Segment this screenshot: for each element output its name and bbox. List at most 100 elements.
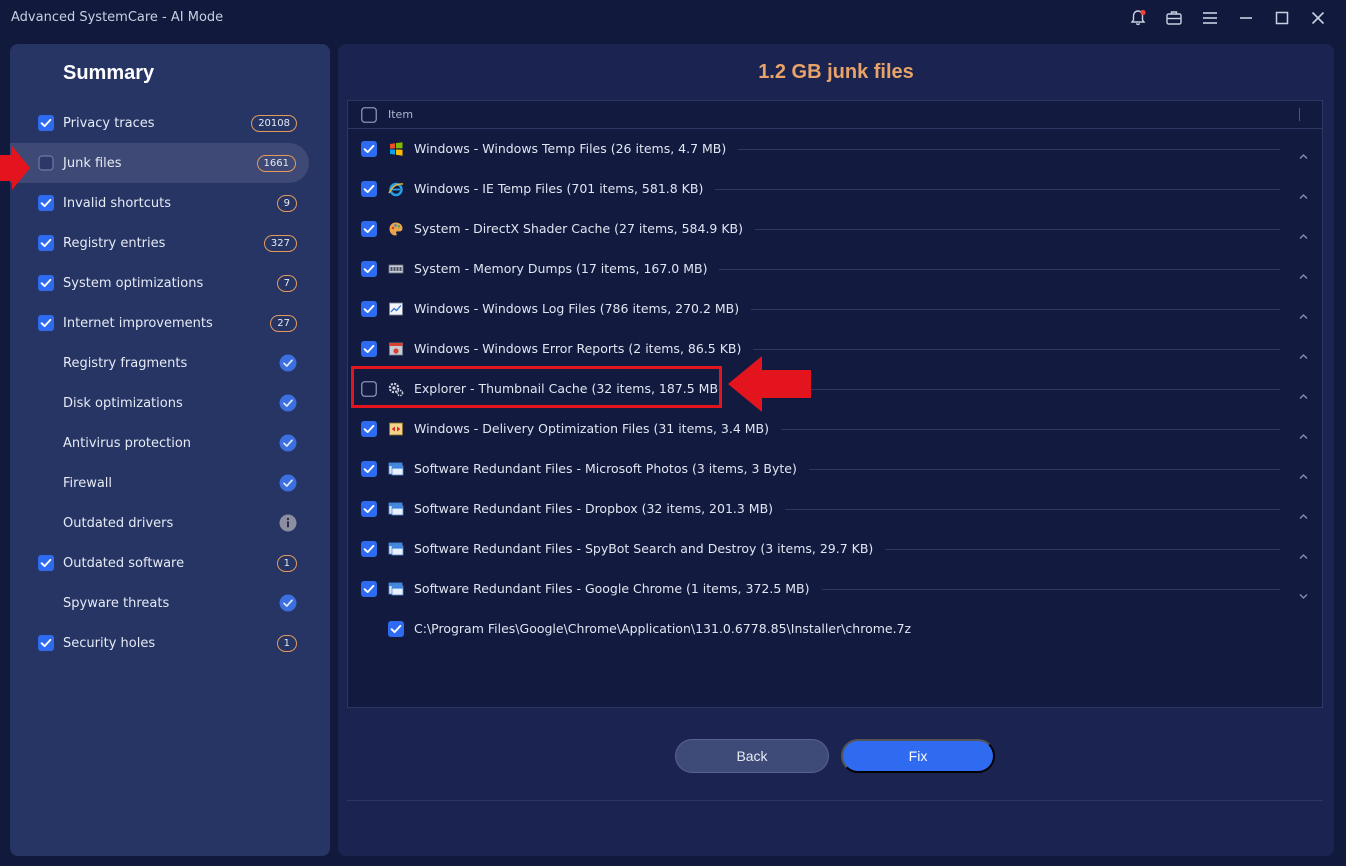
row-label: System - Memory Dumps (17 items, 167.0 M…: [414, 261, 708, 276]
row-label: Software Redundant Files - Microsoft Pho…: [414, 461, 797, 476]
row-label: Windows - Delivery Optimization Files (3…: [414, 421, 769, 436]
junk-files-panel: 1.2 GB junk files Item Windows - Windows…: [338, 44, 1334, 856]
fix-button[interactable]: Fix: [841, 739, 995, 773]
sub-row[interactable]: C:\Program Files\Google\Chrome\Applicati…: [348, 609, 1322, 649]
chevron-down-icon[interactable]: [1299, 585, 1308, 599]
row-label: Software Redundant Files - Google Chrome…: [414, 581, 810, 596]
chevron-up-icon[interactable]: [1299, 505, 1308, 519]
table-row[interactable]: Windows - Windows Log Files (786 items, …: [348, 289, 1322, 329]
count-badge: 327: [263, 234, 297, 252]
sidebar-item-outdated-drivers[interactable]: Outdated drivers: [10, 503, 330, 543]
table-row[interactable]: Windows - Windows Error Reports (2 items…: [348, 329, 1322, 369]
table-row[interactable]: Windows - IE Temp Files (701 items, 581.…: [348, 169, 1322, 209]
window-controls: [1120, 3, 1336, 33]
row-checkbox[interactable]: [361, 141, 377, 157]
sidebar-item-antivirus-protection[interactable]: Antivirus protection: [10, 423, 330, 463]
sidebar-item-spyware-threats[interactable]: Spyware threats: [10, 583, 330, 623]
row-divider: [809, 469, 1280, 470]
row-divider: [785, 509, 1280, 510]
chevron-up-icon[interactable]: [1299, 385, 1308, 399]
chevron-up-icon[interactable]: [1299, 225, 1308, 239]
sidebar-item-label: Disk optimizations: [63, 395, 183, 411]
chevron-up-icon[interactable]: [1299, 265, 1308, 279]
back-button[interactable]: Back: [675, 739, 829, 773]
row-label: Software Redundant Files - SpyBot Search…: [414, 541, 874, 556]
row-checkbox[interactable]: [361, 421, 377, 437]
row-checkbox[interactable]: [361, 541, 377, 557]
item-checkbox[interactable]: [38, 115, 54, 131]
row-divider: [719, 269, 1280, 270]
sidebar-item-label: Internet improvements: [63, 315, 213, 331]
table-row[interactable]: Software Redundant Files - Microsoft Pho…: [348, 449, 1322, 489]
sidebar-item-system-optimizations[interactable]: System optimizations 7: [10, 263, 330, 303]
minimize-icon[interactable]: [1228, 3, 1264, 33]
sidebar-item-firewall[interactable]: Firewall: [10, 463, 330, 503]
sidebar-item-disk-optimizations[interactable]: Disk optimizations: [10, 383, 330, 423]
row-checkbox[interactable]: [388, 621, 404, 637]
chevron-up-icon[interactable]: [1299, 465, 1308, 479]
chevron-up-icon[interactable]: [1299, 305, 1308, 319]
item-checkbox[interactable]: [38, 315, 54, 331]
sidebar-item-invalid-shortcuts[interactable]: Invalid shortcuts 9: [10, 183, 330, 223]
item-checkbox[interactable]: [38, 155, 54, 171]
sidebar-item-privacy-traces[interactable]: Privacy traces 20108: [10, 103, 330, 143]
row-checkbox[interactable]: [361, 341, 377, 357]
select-all-checkbox[interactable]: [361, 107, 377, 123]
sidebar-item-label: Security holes: [63, 635, 156, 651]
sidebar-item-label: Antivirus protection: [63, 435, 192, 451]
sidebar-item-label: Registry fragments: [63, 355, 188, 371]
title-bar: Advanced SystemCare - AI Mode: [0, 0, 1346, 40]
table-row[interactable]: Windows - Delivery Optimization Files (3…: [348, 409, 1322, 449]
toolbox-icon[interactable]: [1156, 3, 1192, 33]
row-checkbox[interactable]: [361, 221, 377, 237]
table-row[interactable]: Software Redundant Files - Dropbox (32 i…: [348, 489, 1322, 529]
row-checkbox[interactable]: [361, 461, 377, 477]
chevron-up-icon[interactable]: [1299, 185, 1308, 199]
chevron-up-icon[interactable]: [1299, 145, 1308, 159]
column-divider[interactable]: [1299, 108, 1300, 121]
item-checkbox[interactable]: [38, 555, 54, 571]
summary-sidebar: Summary Privacy traces 20108 Junk files 166…: [10, 44, 330, 856]
close-icon[interactable]: [1300, 3, 1336, 33]
check-circle-icon: [279, 434, 297, 452]
chevron-up-icon[interactable]: [1299, 345, 1308, 359]
table-row[interactable]: Windows - Windows Temp Files (26 items, …: [348, 129, 1322, 169]
notification-bell-icon[interactable]: [1120, 3, 1156, 33]
error-report-icon: [388, 341, 404, 357]
sidebar-item-registry-fragments[interactable]: Registry fragments: [10, 343, 330, 383]
count-badge: 1: [276, 634, 297, 652]
row-divider: [715, 189, 1280, 190]
item-checkbox[interactable]: [38, 275, 54, 291]
sidebar-item-registry-entries[interactable]: Registry entries 327: [10, 223, 330, 263]
item-checkbox[interactable]: [38, 635, 54, 651]
sidebar-item-label: Junk files: [63, 155, 122, 171]
table-row[interactable]: Software Redundant Files - Google Chrome…: [348, 569, 1322, 609]
summary-list: Privacy traces 20108 Junk files 1661 Invalid…: [10, 103, 330, 663]
app-window-icon: [388, 541, 404, 557]
count-badge: 27: [270, 314, 297, 332]
table-row[interactable]: System - Memory Dumps (17 items, 167.0 M…: [348, 249, 1322, 289]
sidebar-item-outdated-software[interactable]: Outdated software 1: [10, 543, 330, 583]
item-checkbox[interactable]: [38, 235, 54, 251]
sidebar-item-junk-files[interactable]: Junk files 1661: [10, 143, 309, 183]
row-divider: [753, 349, 1280, 350]
column-header-item[interactable]: Item: [388, 108, 413, 121]
sidebar-item-security-holes[interactable]: Security holes 1: [10, 623, 330, 663]
table-row[interactable]: System - DirectX Shader Cache (27 items,…: [348, 209, 1322, 249]
row-divider: [735, 389, 1280, 390]
delivery-icon: [388, 421, 404, 437]
row-checkbox[interactable]: [361, 261, 377, 277]
count-badge: 9: [276, 194, 297, 212]
row-checkbox[interactable]: [361, 581, 377, 597]
maximize-icon[interactable]: [1264, 3, 1300, 33]
item-checkbox[interactable]: [38, 195, 54, 211]
row-checkbox[interactable]: [361, 181, 377, 197]
row-checkbox[interactable]: [361, 301, 377, 317]
chevron-up-icon[interactable]: [1299, 545, 1308, 559]
chevron-up-icon[interactable]: [1299, 425, 1308, 439]
windows-flag-icon: [388, 141, 404, 157]
menu-icon[interactable]: [1192, 3, 1228, 33]
row-checkbox[interactable]: [361, 501, 377, 517]
table-row[interactable]: Software Redundant Files - SpyBot Search…: [348, 529, 1322, 569]
sidebar-item-internet-improvements[interactable]: Internet improvements 27: [10, 303, 330, 343]
